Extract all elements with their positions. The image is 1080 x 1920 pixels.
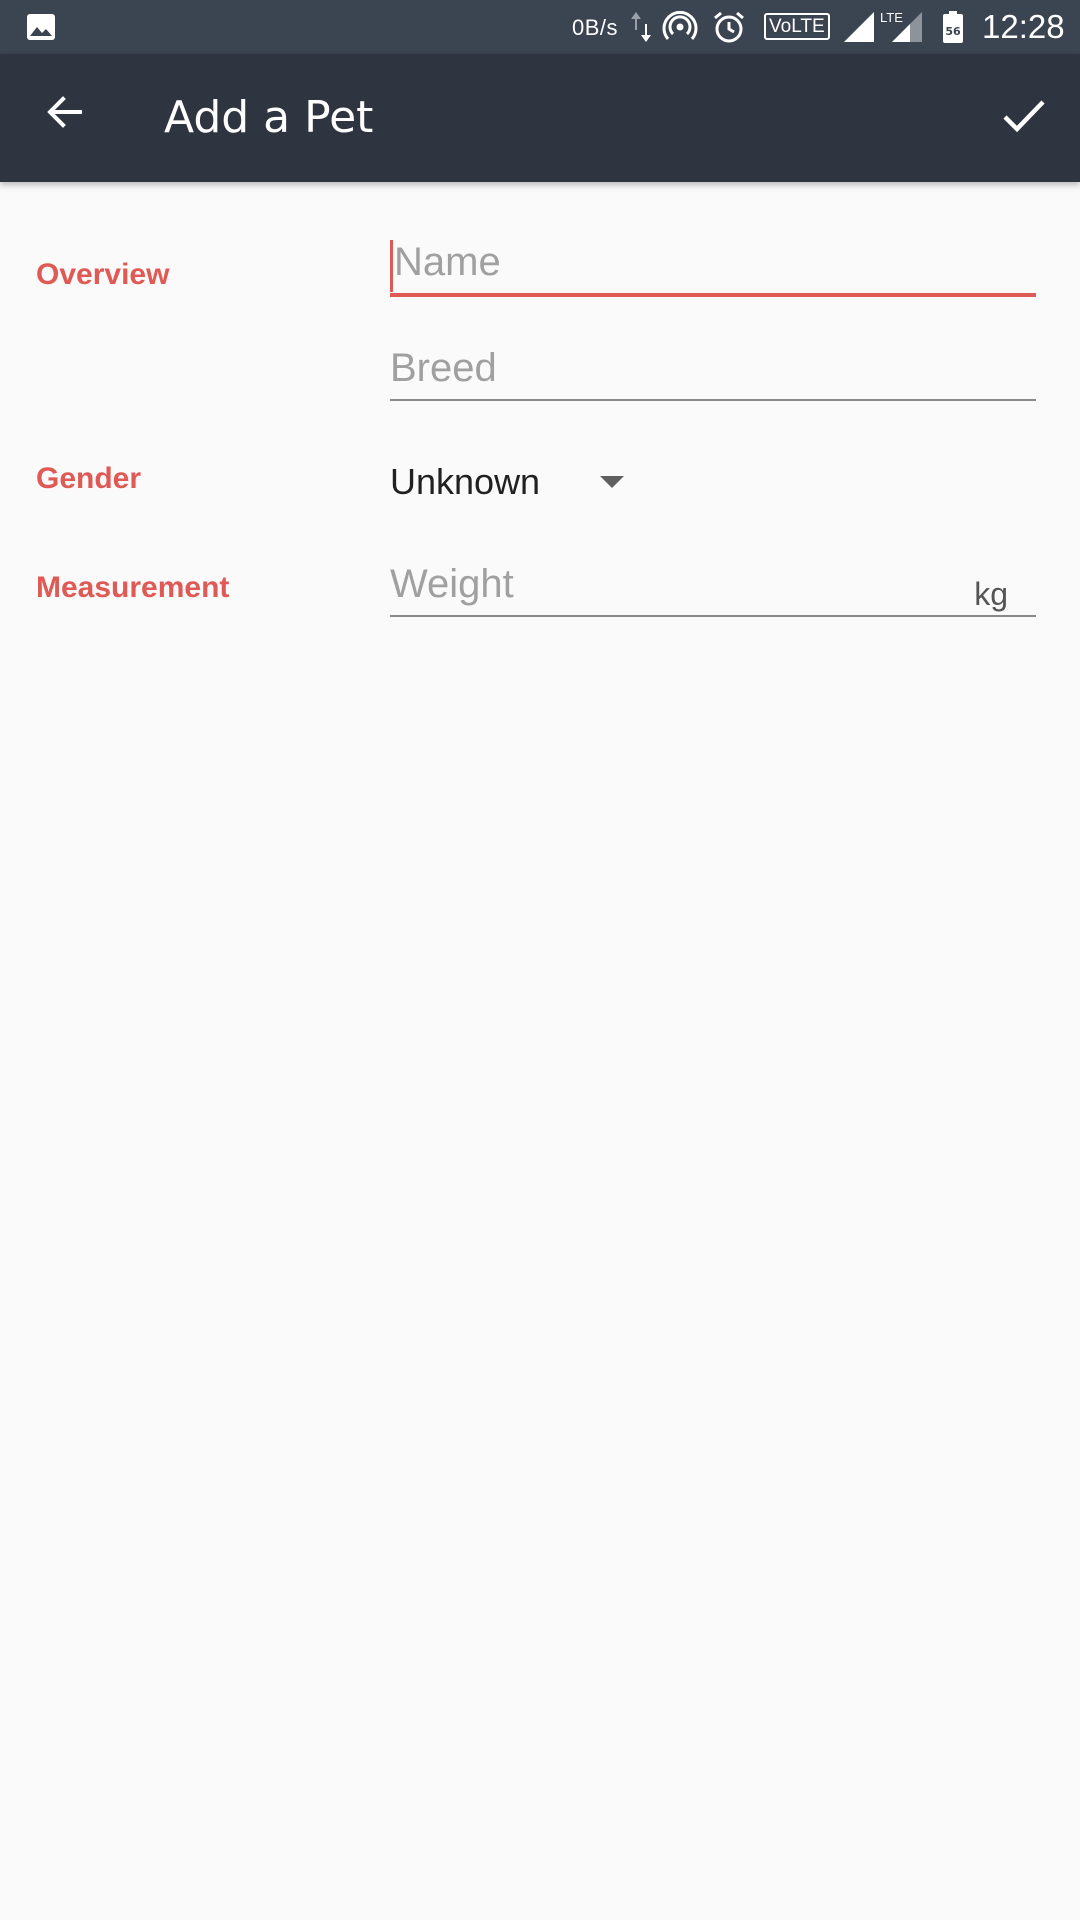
name-input[interactable]: [390, 240, 1036, 293]
gender-dropdown[interactable]: Unknown: [390, 454, 650, 510]
check-icon: [1003, 100, 1045, 133]
page-title: Add a Pet: [164, 92, 374, 143]
signal-lte-icon: [890, 10, 924, 44]
save-button[interactable]: [992, 84, 1056, 148]
back-button[interactable]: [36, 84, 92, 140]
breed-field: [390, 346, 1036, 401]
weight-unit: kg: [974, 576, 1008, 612]
measurement-label: Measurement: [36, 571, 230, 604]
data-transfer-icon: [628, 10, 654, 44]
battery-icon: 56: [942, 10, 964, 44]
gender-label: Gender: [36, 462, 142, 495]
overview-label: Overview: [36, 258, 170, 291]
network-speed: 0B/s: [572, 15, 619, 40]
weight-underline: [390, 615, 1036, 617]
weight-input[interactable]: [390, 562, 1036, 615]
name-field: [390, 240, 1036, 297]
status-bar: 0B/s VoLTE LTE 56 12:28: [0, 0, 1080, 54]
dropdown-arrow-icon: [600, 476, 625, 488]
gallery-notification-icon: [26, 13, 56, 41]
signal-icon: [842, 10, 876, 44]
weight-field: kg: [390, 562, 1036, 617]
app-bar: Add a Pet: [0, 54, 1080, 182]
arrow-back-icon: [47, 96, 82, 128]
breed-underline: [390, 399, 1036, 401]
volte-indicator: VoLTE: [764, 13, 830, 40]
battery-level: 56: [945, 25, 961, 38]
status-time: 12:28: [982, 8, 1065, 45]
breed-input[interactable]: [390, 346, 1036, 399]
alarm-icon: [712, 10, 746, 44]
gender-value: Unknown: [390, 461, 541, 502]
name-underline: [390, 293, 1036, 297]
text-cursor: [390, 240, 393, 292]
hotspot-icon: [662, 10, 698, 44]
